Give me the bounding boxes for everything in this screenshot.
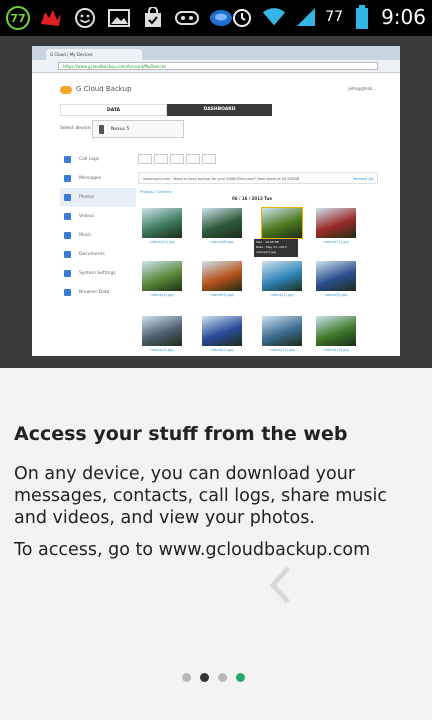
refresh-icon <box>154 154 168 164</box>
screenshot-tabs: DATA DASHBOARD <box>60 104 272 116</box>
share-icon <box>202 154 216 164</box>
photo-thumbnail <box>316 316 356 346</box>
remove-ad-link: Remove Ad <box>353 177 373 181</box>
date-header: 06 / 16 / 2013 Tue <box>232 196 272 201</box>
sidebar-item-messages: Messages <box>60 169 136 188</box>
photo-caption: nature(3).jpg <box>150 348 174 352</box>
onboarding-body: On any device, you can download your mes… <box>14 464 387 528</box>
photo-caption: nature(11).jpg <box>269 348 295 352</box>
device-select: Nexus 5 <box>92 120 184 138</box>
signal-icon <box>293 4 319 30</box>
battery-icon <box>349 4 375 30</box>
user-email: john@gmail... <box>348 86 376 91</box>
photo-thumbnail <box>316 208 356 238</box>
sidebar-item-system-settings: System Settings <box>60 264 136 283</box>
page-dot-4[interactable] <box>236 673 245 682</box>
phone-icon <box>99 125 104 134</box>
sidebar-item-videos: Videos <box>60 207 136 226</box>
app-name: G Cloud Backup <box>76 85 132 93</box>
photo-caption: nature(2).jpg <box>210 348 234 352</box>
feature-image: G Cloud | My Devices https://www.gcloudb… <box>0 36 432 368</box>
photo-caption: nature(20).jpg <box>149 240 175 244</box>
headphones-icon <box>64 232 71 239</box>
photo-thumbnail <box>202 316 242 346</box>
browser-tabstrip: G Cloud | My Devices <box>32 46 400 60</box>
photo-thumbnail <box>142 316 182 346</box>
image-icon <box>106 5 132 31</box>
wifi-icon <box>261 4 287 30</box>
photo-caption: nature(15).jpg <box>323 348 349 352</box>
battery-level: 77 <box>325 9 344 25</box>
photo-caption: nature(12).jpg <box>323 240 349 244</box>
download-icon <box>170 154 184 164</box>
message-icon <box>64 175 71 182</box>
photo-thumbnail <box>261 207 303 239</box>
photo-tooltip: Size : 19.65 KB Date : May 31, 2013 natu… <box>254 239 298 257</box>
page-dot-1[interactable] <box>182 673 191 682</box>
tab-data: DATA <box>60 104 167 116</box>
select-device-label: Select device: <box>60 126 92 131</box>
photo-thumbnail <box>142 208 182 238</box>
screenshot-toolbar <box>138 154 238 164</box>
shopping-bag-icon <box>140 5 166 31</box>
screenshot-sidebar: Call Logs Messages Photos Videos Music D… <box>60 150 136 302</box>
phone-icon <box>64 156 71 163</box>
clock: 9:06 <box>381 5 426 29</box>
photo-caption: nature(8).jpg <box>210 240 234 244</box>
sidebar-item-documents: Documents <box>60 245 136 264</box>
game-icon <box>38 5 64 31</box>
photo-thumbnail <box>202 261 242 291</box>
address-bar: https://www.gcloudbackup.com/Account/MyD… <box>58 62 378 70</box>
ad-banner: www.zoolo.com - Need a cloud backup for … <box>138 172 378 184</box>
delete-icon <box>186 154 200 164</box>
system-icons: 77 9:06 <box>229 4 426 30</box>
cloud-logo-icon <box>60 86 72 94</box>
camera-icon <box>64 194 71 201</box>
breadcrumb: Photos / Camera <box>140 189 172 194</box>
photo-thumbnail <box>316 261 356 291</box>
photo-caption: nature(5).jpg <box>210 293 234 297</box>
photo-caption: nature(1).jpg <box>270 293 294 297</box>
ad-text: www.zoolo.com - Need a cloud backup for … <box>143 177 300 181</box>
document-icon <box>64 251 71 258</box>
sidebar-item-browser-data: Browser Data <box>60 283 136 302</box>
alarm-icon <box>229 4 255 30</box>
gear-icon <box>64 270 71 277</box>
tab-dashboard: DASHBOARD <box>167 104 272 116</box>
notification-badge: 77 <box>6 6 30 30</box>
photo-thumbnail <box>142 261 182 291</box>
previous-page-chevron-icon[interactable] <box>270 566 290 604</box>
sidebar-item-call-logs: Call Logs <box>60 150 136 169</box>
app-header: G Cloud Backup john@gmail... <box>32 72 400 100</box>
onboarding-content: Access your stuff from the web On any de… <box>0 368 432 720</box>
video-icon <box>64 213 71 220</box>
device-name: Nexus 5 <box>111 127 130 132</box>
photo-thumbnail <box>262 316 302 346</box>
photo-caption: nature(4).jpg <box>150 293 174 297</box>
gamepad-icon <box>174 5 200 31</box>
globe-icon <box>64 289 71 296</box>
page-dot-2[interactable] <box>200 673 209 682</box>
checkbox-icon <box>138 154 152 164</box>
browser-tab: G Cloud | My Devices <box>46 49 142 60</box>
photo-thumbnail <box>262 261 302 291</box>
status-bar: 77 77 9:06 <box>0 0 432 36</box>
page-indicator <box>182 673 245 682</box>
notification-icons: 77 <box>6 5 234 31</box>
onboarding-access-line: To access, go to www.gcloudbackup.com <box>14 540 371 560</box>
onboarding-heading: Access your stuff from the web <box>14 423 348 445</box>
sidebar-item-music: Music <box>60 226 136 245</box>
page-dot-3[interactable] <box>218 673 227 682</box>
sidebar-item-photos: Photos <box>60 188 136 207</box>
smiley-icon <box>72 5 98 31</box>
browser-screenshot: G Cloud | My Devices https://www.gcloudb… <box>32 46 400 356</box>
photo-caption: nature(9).jpg <box>324 293 348 297</box>
photo-thumbnail <box>202 208 242 238</box>
